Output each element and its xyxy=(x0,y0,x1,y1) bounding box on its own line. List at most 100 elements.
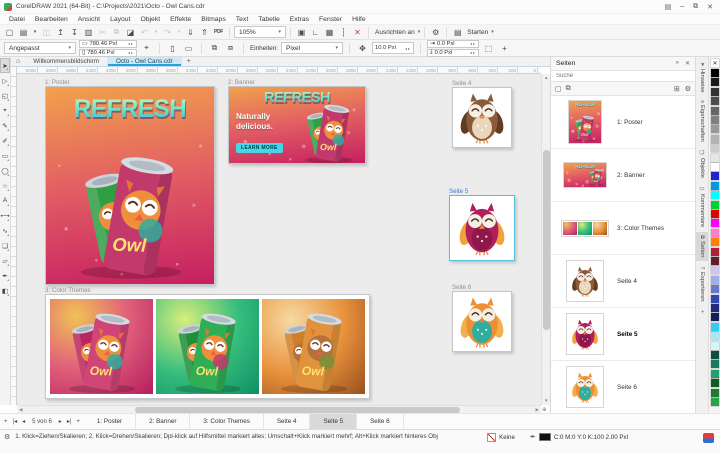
artboard-seite5[interactable] xyxy=(449,195,515,261)
artboard-poster[interactable]: REFRESH xyxy=(45,86,215,285)
palette-swatch[interactable] xyxy=(711,332,719,340)
ellipse-tool[interactable]: ◯ xyxy=(0,163,10,178)
palette-swatch[interactable] xyxy=(711,144,719,152)
page-tab-seite-4[interactable]: Seite 4 xyxy=(264,414,311,429)
home-tab-icon[interactable]: ⌂ xyxy=(11,57,25,66)
theme-panel-green[interactable] xyxy=(156,299,259,394)
page-height-field[interactable]: ▯ 780.46 Pxl ◂▸ xyxy=(79,49,137,57)
snap-to-dropdown[interactable]: Ausrichten an xyxy=(373,29,417,36)
outline-pen-icon[interactable]: ✒ xyxy=(530,433,536,441)
palette-swatch[interactable] xyxy=(711,389,719,397)
menu-ansicht[interactable]: Ansicht xyxy=(73,16,105,23)
customize-plus-icon[interactable]: + xyxy=(498,42,511,54)
previous-page-icon[interactable]: ◂ xyxy=(22,418,25,425)
scroll-up-icon[interactable]: ▲ xyxy=(544,76,548,81)
palette-swatch[interactable] xyxy=(711,276,719,284)
docker-tab-seiten[interactable]: ⧉Seiten xyxy=(696,232,708,260)
status-gear-icon[interactable]: ⚙ xyxy=(4,433,10,441)
zoom-level-combo[interactable]: 105% ▾ xyxy=(234,26,286,38)
palette-swatch[interactable] xyxy=(711,342,719,350)
page-list-item-banner[interactable]: REFRESH 2: Banner xyxy=(551,149,695,202)
menu-datei[interactable]: Datei xyxy=(4,16,30,23)
import-icon[interactable]: ⇓ xyxy=(184,26,197,38)
units-select[interactable]: Pixel ▾ xyxy=(281,42,343,54)
palette-swatch[interactable] xyxy=(711,107,719,115)
page-tab-seite-6[interactable]: Seite 6 xyxy=(357,414,404,429)
first-page-icon[interactable]: |◂ xyxy=(13,418,18,425)
drop-shadow-tool[interactable]: ❏ xyxy=(0,238,10,253)
palette-swatch[interactable] xyxy=(711,266,719,274)
page-tab-3-color-themes[interactable]: 3: Color Themes xyxy=(190,414,263,429)
new-document-tab-icon[interactable]: + xyxy=(182,57,196,66)
fill-color-icon[interactable] xyxy=(487,433,496,442)
minimize-button[interactable]: – xyxy=(680,3,684,10)
interactive-fill-tool[interactable]: ◧ xyxy=(0,283,10,298)
scroll-right-icon[interactable]: ▶ xyxy=(536,408,539,413)
palette-swatch[interactable] xyxy=(711,238,719,246)
publish-pdf-icon[interactable]: PDF xyxy=(212,26,225,38)
menu-objekt[interactable]: Objekt xyxy=(135,16,165,23)
text-tool[interactable]: A xyxy=(0,193,10,208)
docker-close-icon[interactable]: ✕ xyxy=(685,60,690,67)
pick-tool[interactable]: ➤ xyxy=(0,58,10,73)
duplicate-distance-y-field[interactable]: ⤓ 0.0 Pxl ◂▸ xyxy=(427,49,479,57)
artboard-banner[interactable]: REFRESH Naturally delicious. LEARN MORE xyxy=(228,86,366,164)
page-list-item-poster[interactable]: REFRESH 1: Poster xyxy=(551,96,695,149)
add-page-before-icon[interactable]: + xyxy=(4,419,8,425)
drawing-canvas[interactable]: 1: Poster REFRESH 2: Banner REFRESH Natu… xyxy=(17,74,541,405)
page-list-item-seite4[interactable]: Seite 4 xyxy=(551,255,695,308)
menu-layout[interactable]: Layout xyxy=(105,16,135,23)
connector-tool[interactable]: ∿ xyxy=(0,223,10,238)
stepper-icon[interactable]: ◂▸ xyxy=(405,46,411,51)
palette-swatch[interactable] xyxy=(711,379,719,387)
outline-color-swatch[interactable] xyxy=(539,433,551,441)
palette-swatch[interactable] xyxy=(711,154,719,162)
duplicate-distance-x-field[interactable]: ⇥ 0.0 Pxl ◂▸ xyxy=(427,40,479,48)
palette-swatch[interactable] xyxy=(711,257,719,265)
treat-as-filled-icon[interactable]: ⬚ xyxy=(482,42,495,54)
page-tab-seite-5[interactable]: Seite 5 xyxy=(310,414,357,429)
palette-swatch[interactable] xyxy=(711,285,719,293)
palette-swatch[interactable] xyxy=(711,182,719,190)
last-page-icon[interactable]: ▸| xyxy=(67,418,72,425)
palette-swatch[interactable] xyxy=(711,97,719,105)
palette-swatch[interactable] xyxy=(711,210,719,218)
vertical-scroll-thumb[interactable] xyxy=(543,150,550,330)
no-color-swatch[interactable]: ✕ xyxy=(711,59,719,67)
docker-tab-kommentare[interactable]: ▭Kommentare xyxy=(696,183,708,230)
page-list-item-color-themes[interactable]: 3: Color Themes xyxy=(551,202,695,255)
crop-tool[interactable]: ◱ xyxy=(0,88,10,103)
current-page-size-icon[interactable]: ⧉ xyxy=(208,42,221,54)
docker-tab--[interactable]: + xyxy=(696,307,708,316)
palette-swatch[interactable] xyxy=(711,370,719,378)
show-grid-icon[interactable]: ▦ xyxy=(323,26,336,38)
page-list-item-seite5[interactable]: Seite 5 xyxy=(551,308,695,361)
menu-text[interactable]: Text xyxy=(231,16,253,23)
eyedropper-tool[interactable]: ✒ xyxy=(0,268,10,283)
docker-settings-gear-icon[interactable]: ⚙ xyxy=(685,85,691,93)
dimension-tool[interactable]: ⟷ xyxy=(0,208,10,223)
palette-swatch[interactable] xyxy=(711,116,719,124)
menu-hilfe[interactable]: Hilfe xyxy=(347,16,371,23)
page-size-preset-select[interactable]: Angepasst ▾ xyxy=(4,42,76,54)
landscape-orientation-icon[interactable]: ▭ xyxy=(182,42,195,54)
portrait-orientation-icon[interactable]: ▯ xyxy=(166,42,179,54)
docker-tab-exportieren[interactable]: ⇑Exportieren xyxy=(696,263,708,305)
palette-swatch[interactable] xyxy=(711,295,719,303)
artboard-seite6[interactable] xyxy=(452,291,512,352)
palette-swatch[interactable] xyxy=(711,135,719,143)
show-rulers-icon[interactable]: ∟ xyxy=(309,26,322,38)
canvas-horizontal-scrollbar[interactable]: ◀ ▶ xyxy=(17,405,541,413)
page-view-icon[interactable]: ▢ xyxy=(555,85,562,93)
open-document-icon[interactable]: ▤ xyxy=(17,26,30,38)
menu-fenster[interactable]: Fenster xyxy=(314,16,347,23)
guidelines-off-icon[interactable]: ✕ xyxy=(351,26,364,38)
palette-swatch[interactable] xyxy=(711,172,719,180)
polygon-tool[interactable]: ☆ xyxy=(0,178,10,193)
tab-owl-cans-document[interactable]: Octo - Owl Cans.cdr xyxy=(108,57,182,66)
options-gear-icon[interactable]: ⚙ xyxy=(429,26,442,38)
freehand-tool[interactable]: ✎ xyxy=(0,118,10,133)
theme-panel-orange[interactable] xyxy=(262,299,365,394)
palette-swatch[interactable] xyxy=(711,163,719,171)
pages-search-input[interactable] xyxy=(551,71,695,81)
